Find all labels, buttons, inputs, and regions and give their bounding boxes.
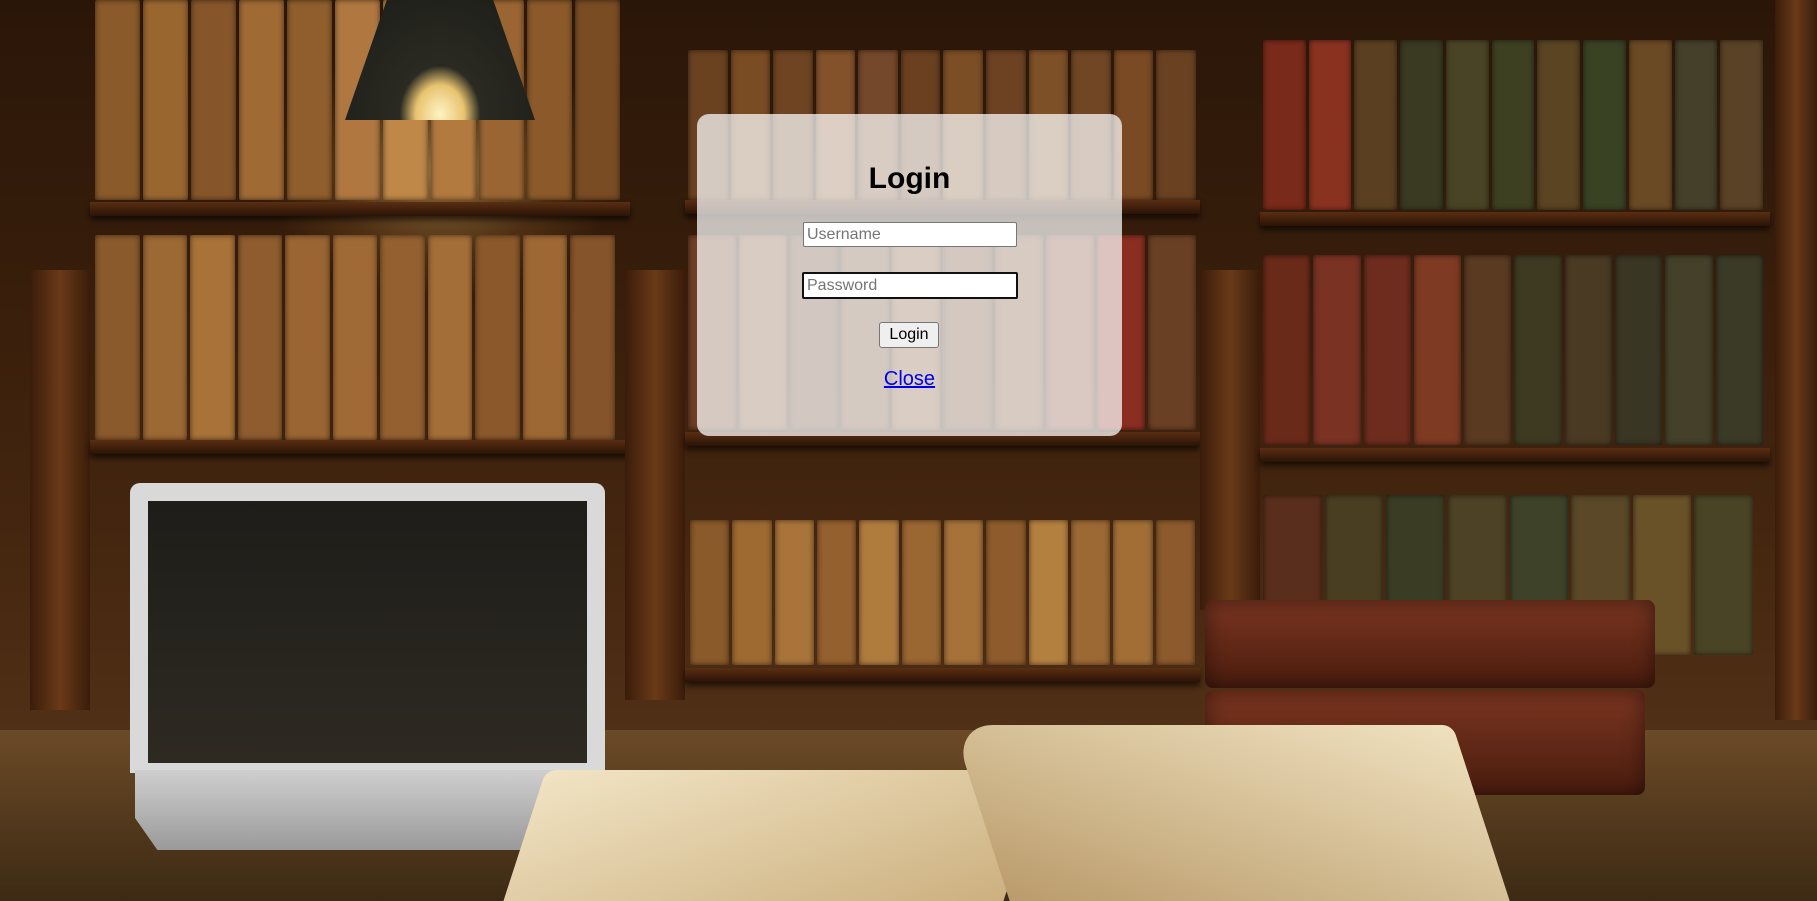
book-row — [1263, 40, 1764, 210]
carved-pillar-left — [30, 270, 90, 710]
open-book-left-page — [494, 770, 1046, 901]
carved-pillar-middle-left — [625, 270, 685, 700]
carved-pillar-right — [1775, 0, 1817, 720]
book-row — [690, 520, 1195, 665]
shelf-plank — [1260, 212, 1770, 226]
login-modal: Login Login Close — [697, 114, 1122, 436]
carved-pillar-middle-right — [1200, 270, 1260, 610]
shelf-plank — [1260, 448, 1770, 462]
shelf-plank — [90, 440, 630, 454]
login-button[interactable]: Login — [879, 322, 939, 348]
username-input[interactable] — [803, 222, 1017, 247]
book-row — [1263, 255, 1763, 445]
laptop — [130, 483, 605, 773]
shelf-plank — [90, 202, 630, 216]
password-input[interactable] — [802, 272, 1018, 299]
shelf-plank — [685, 668, 1200, 682]
login-title: Login — [868, 162, 951, 195]
book-stack — [1205, 600, 1655, 688]
close-link[interactable]: Close — [697, 368, 1122, 391]
book-row — [95, 235, 616, 440]
open-book-right-page — [952, 725, 1518, 901]
